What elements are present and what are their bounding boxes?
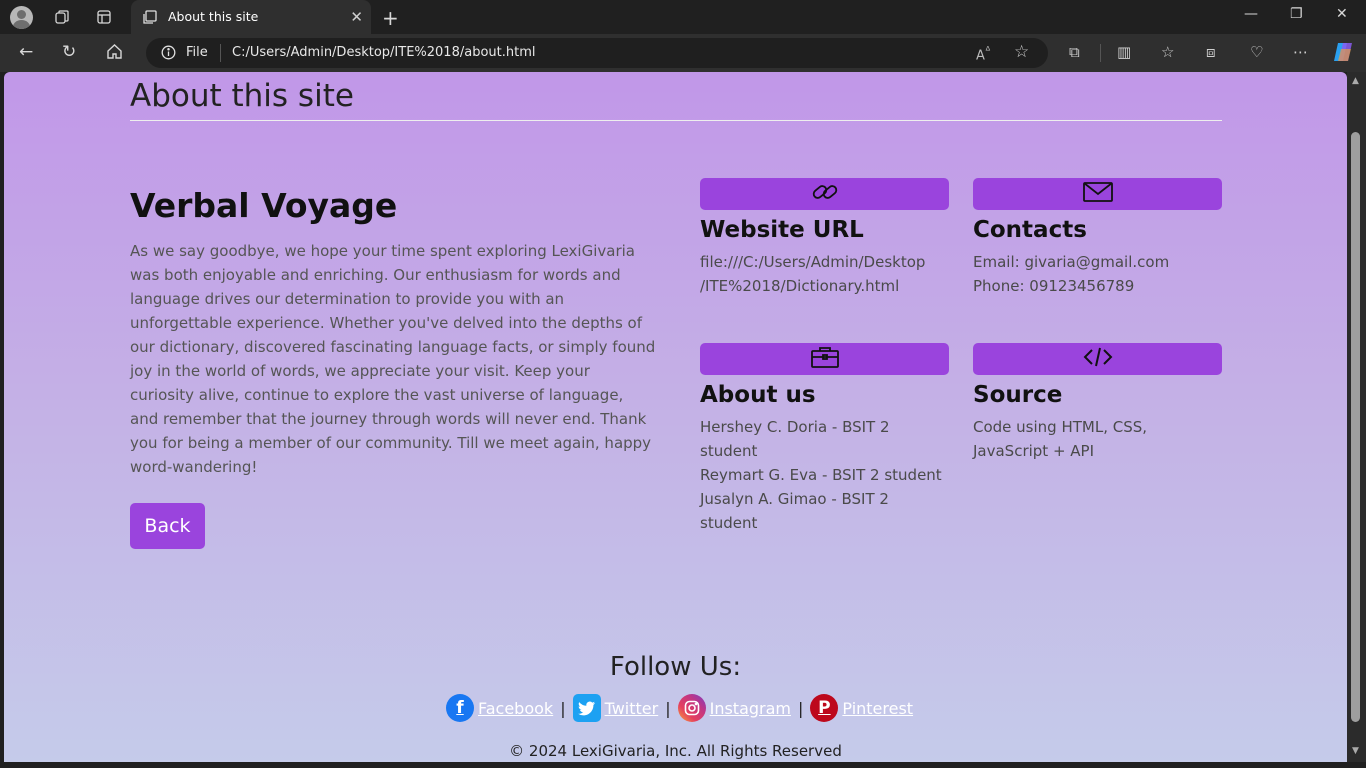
about-us-icon-bar [700,343,949,375]
team-member: Jusalyn A. Gimao - BSIT 2 student [700,490,889,532]
instagram-label: Instagram [709,698,791,718]
page-title: About this site [130,78,354,114]
read-aloud-icon[interactable]: Aᐞ [976,44,991,63]
pinterest-icon: P [810,694,839,722]
source-card: Source Code using HTML, CSS, JavaScript … [973,343,1223,463]
refresh-icon[interactable]: ↻ [62,42,76,62]
home-icon[interactable] [106,43,123,65]
info-icon[interactable] [161,45,176,64]
tab-title: About this site [168,9,259,24]
browser-essentials-icon[interactable]: ♡ [1250,43,1263,61]
link-icon [810,179,840,209]
address-url[interactable]: C:/Users/Admin/Desktop/ITE%2018/about.ht… [232,45,535,60]
toolbar-divider [1100,44,1101,62]
link-separator: | [665,698,671,718]
favorites-icon[interactable]: ☆ [1161,43,1174,61]
new-tab-icon[interactable]: + [382,6,399,30]
website-url-body: file:///C:/Users/Admin/Desktop /ITE%2018… [700,250,950,298]
scroll-down-icon[interactable]: ▼ [1352,746,1359,756]
pinterest-link[interactable]: P Pinterest [810,694,913,722]
source-body: Code using HTML, CSS, JavaScript + API [973,418,1148,460]
mail-icon [1082,181,1114,207]
address-bar[interactable]: File C:/Users/Admin/Desktop/ITE%2018/abo… [146,38,1048,68]
twitter-label: Twitter [604,698,659,718]
copyright-text: © 2024 LexiGivaria, Inc. All Rights Rese… [509,742,842,760]
profile-avatar[interactable] [10,6,33,29]
instagram-link[interactable]: Instagram [677,694,791,722]
briefcase-icon [810,345,840,373]
about-us-card: About us Hershey C. Doria - BSIT 2 stude… [700,343,950,535]
split-screen-icon[interactable]: ▥ [1117,43,1131,61]
source-heading: Source [973,382,1063,408]
team-member: Reymart G. Eva - BSIT 2 student [700,466,942,484]
favorite-star-icon[interactable]: ☆ [1014,42,1029,62]
pinterest-label: Pinterest [842,698,914,718]
follow-us-heading: Follow Us: [609,652,742,682]
address-divider [220,44,221,62]
about-us-body: Hershey C. Doria - BSIT 2 student Reymar… [700,415,950,535]
instagram-icon [677,694,706,722]
browser-toolbar: ← ↻ File C:/Users/Admin/Desktop/ITE%2018… [0,34,1366,72]
website-url-heading: Website URL [700,217,864,243]
close-window-icon[interactable]: ✕ [1336,6,1348,22]
minimize-icon[interactable]: — [1244,6,1258,22]
extensions-icon[interactable]: ⧉ [1069,43,1080,61]
tab-actions-icon[interactable] [91,5,117,29]
copilot-icon[interactable] [1332,41,1356,67]
browser-tab-bar: About this site ✕ + — ❐ ✕ [0,0,1366,34]
website-url-line[interactable]: file:///C:/Users/Admin/Desktop [700,250,950,274]
contact-phone: Phone: 09123456789 [973,277,1135,295]
page-icon [143,10,157,27]
facebook-icon: f [446,694,474,722]
website-url-card: Website URL file:///C:/Users/Admin/Deskt… [700,178,950,298]
code-icon [1083,345,1113,373]
link-separator: | [560,698,566,718]
link-separator: | [798,698,804,718]
contacts-icon-bar [973,178,1222,210]
site-description: As we say goodbye, we hope your time spe… [130,242,656,476]
address-scheme: File [186,45,208,60]
close-tab-icon[interactable]: ✕ [350,8,363,26]
contacts-card: Contacts Email: givaria@gmail.com Phone:… [973,178,1223,298]
facebook-label: Facebook [478,698,554,718]
contact-email: Email: givaria@gmail.com [973,253,1170,271]
back-button[interactable]: Back [130,503,205,549]
facebook-link[interactable]: f Facebook [446,694,553,722]
contacts-body: Email: givaria@gmail.com Phone: 09123456… [973,250,1223,298]
active-tab[interactable]: About this site ✕ [131,0,371,34]
contacts-heading: Contacts [973,217,1087,243]
source-icon-bar [973,343,1222,375]
website-url-line[interactable]: /ITE%2018/Dictionary.html [700,274,950,298]
website-url-icon-bar [700,178,949,210]
workspaces-icon[interactable] [49,5,75,29]
collections-icon[interactable]: ⧈ [1206,43,1216,61]
team-member: Hershey C. Doria - BSIT 2 student [700,418,890,460]
twitter-icon [572,694,601,722]
scrollbar-thumb[interactable] [1351,132,1360,722]
title-divider [130,120,1222,121]
page-viewport: About this site Verbal Voyage As we say … [4,72,1347,762]
twitter-link[interactable]: Twitter [572,694,659,722]
social-links: f Facebook | Twitter | Instagram | P Pin… [444,692,915,724]
about-us-heading: About us [700,382,816,408]
restore-icon[interactable]: ❐ [1290,6,1303,22]
back-arrow-icon[interactable]: ← [19,42,33,62]
page-scrollbar[interactable]: ▲ ▼ [1347,72,1366,762]
scroll-up-icon[interactable]: ▲ [1352,76,1359,86]
site-name-heading: Verbal Voyage [130,186,398,225]
more-menu-icon[interactable]: ⋯ [1293,43,1308,61]
